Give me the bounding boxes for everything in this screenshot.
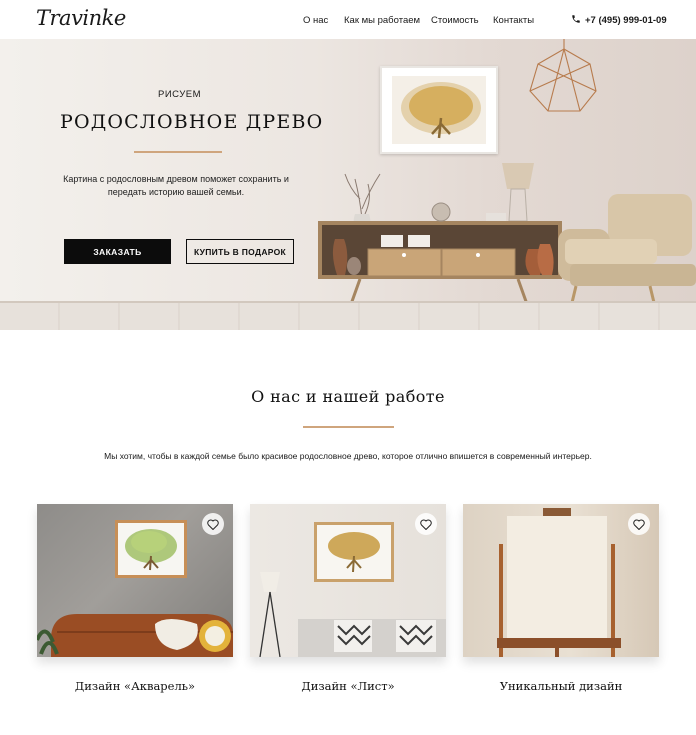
product-card-unique[interactable] xyxy=(463,504,659,657)
product-card-leaf[interactable] xyxy=(250,504,446,657)
nav-item-how-we-work[interactable]: Как мы работаем xyxy=(344,15,420,26)
card-title-unique[interactable]: Уникальный дизайн xyxy=(463,679,659,693)
heart-icon xyxy=(420,519,432,530)
site-header: Travinke О нас Как мы работаем Стоимость… xyxy=(0,0,696,40)
product-card-watercolor[interactable] xyxy=(37,504,233,657)
nav-item-contacts[interactable]: Контакты xyxy=(493,15,534,26)
favorite-button[interactable] xyxy=(415,513,437,535)
family-tree-art xyxy=(401,82,481,139)
table-lamp xyxy=(502,163,534,222)
nav-item-pricing[interactable]: Стоимость xyxy=(431,15,479,26)
buy-gift-button[interactable]: КУПИТЬ В ПОДАРОК xyxy=(186,239,294,264)
phone-icon xyxy=(572,15,580,23)
hero-title: РОДОСЛОВНОЕ ДРЕВО xyxy=(60,111,324,133)
hero-section: РИСУЕМ РОДОСЛОВНОЕ ДРЕВО Картина с родос… xyxy=(0,39,696,330)
card-title-leaf[interactable]: Дизайн «Лист» xyxy=(250,679,446,693)
hero-picture-frame xyxy=(380,66,498,154)
hero-description: Картина с родословным древом поможет сох… xyxy=(63,174,289,197)
accent-divider xyxy=(134,151,222,153)
hero-subtitle: РИСУЕМ xyxy=(158,89,201,100)
heart-icon xyxy=(207,519,219,530)
nav-item-about[interactable]: О нас xyxy=(303,15,328,26)
favorite-button[interactable] xyxy=(202,513,224,535)
about-divider xyxy=(303,426,394,428)
phone-link[interactable]: +7 (495) 999-01-09 xyxy=(571,14,667,26)
phone-number: +7 (495) 999-01-09 xyxy=(585,15,667,26)
armchair xyxy=(558,194,696,312)
logo[interactable]: Travinke xyxy=(36,6,126,30)
floor xyxy=(0,301,696,330)
branches-vase xyxy=(344,173,381,222)
order-button[interactable]: ЗАКАЗАТЬ xyxy=(64,239,171,264)
about-title: О нас и нашей работе xyxy=(251,387,445,406)
card-title-watercolor[interactable]: Дизайн «Акварель» xyxy=(37,679,233,693)
about-description: Мы хотим, чтобы в каждой семье было крас… xyxy=(104,451,592,461)
heart-icon xyxy=(633,519,645,530)
favorite-button[interactable] xyxy=(628,513,650,535)
pendant-lamp xyxy=(529,39,597,112)
